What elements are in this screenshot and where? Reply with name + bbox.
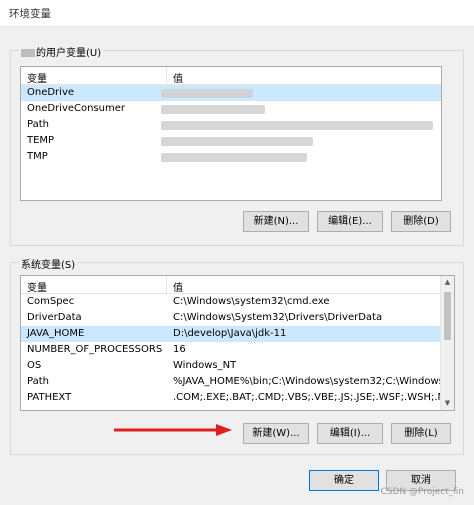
redacted-value [161, 121, 433, 130]
user-edit-button[interactable]: 编辑(E)... [317, 211, 383, 232]
user-list-header: 变量 值 [21, 67, 441, 85]
table-row[interactable]: TMP [21, 149, 441, 165]
user-variables-label: 的用户变量(U) [19, 44, 104, 59]
system-variables-list[interactable]: 变量 值 ComSpec C:\Windows\system32\cmd.exe… [20, 275, 455, 411]
col-variable-header[interactable]: 变量 [27, 279, 47, 294]
system-edit-button[interactable]: 编辑(I)... [317, 423, 383, 444]
redacted-value [161, 105, 265, 114]
user-variables-list[interactable]: 变量 值 OneDrive OneDriveConsumer Path TEMP… [20, 66, 442, 201]
table-row[interactable]: OneDrive [21, 85, 441, 101]
red-arrow-icon [114, 424, 232, 436]
redacted-value [161, 153, 307, 162]
vertical-scrollbar[interactable]: ▲ ▼ [440, 276, 454, 410]
system-new-button[interactable]: 新建(W)... [243, 423, 309, 444]
system-list-header: 变量 值 [21, 276, 441, 294]
user-delete-button[interactable]: 删除(D) [391, 211, 451, 232]
redacted-username [21, 49, 35, 57]
redacted-value [161, 137, 313, 146]
table-row[interactable]: PATHEXT .COM;.EXE;.BAT;.CMD;.VBS;.VBE;.J… [21, 390, 441, 406]
window-title: 环境变量 [9, 8, 51, 20]
table-row[interactable]: OS Windows_NT [21, 358, 441, 374]
table-row[interactable]: NUMBER_OF_PROCESSORS 16 [21, 342, 441, 358]
table-row[interactable]: DriverData C:\Windows\System32\Drivers\D… [21, 310, 441, 326]
col-value-header[interactable]: 值 [173, 279, 183, 294]
user-variables-group: 的用户变量(U) 变量 值 OneDrive OneDriveConsumer … [10, 44, 464, 246]
table-row[interactable]: ComSpec C:\Windows\system32\cmd.exe [21, 294, 441, 310]
col-value-header[interactable]: 值 [173, 70, 183, 85]
watermark: CSDN @Project_lin [380, 487, 464, 497]
redacted-value [161, 89, 253, 98]
table-row[interactable]: Path %JAVA_HOME%\bin;C:\Windows\system32… [21, 374, 441, 390]
system-delete-button[interactable]: 删除(L) [391, 423, 451, 444]
table-row[interactable]: TEMP [21, 133, 441, 149]
title-bar: 环境变量 [0, 0, 474, 27]
table-row-selected[interactable]: JAVA_HOME D:\develop\Java\jdk-11 [21, 326, 441, 342]
scroll-down-icon[interactable]: ▼ [441, 397, 454, 410]
table-row[interactable]: Path [21, 117, 441, 133]
user-new-button[interactable]: 新建(N)... [243, 211, 309, 232]
ok-button[interactable]: 确定 [309, 470, 379, 491]
scroll-up-icon[interactable]: ▲ [441, 276, 454, 289]
system-variables-label: 系统变量(S) [19, 256, 78, 271]
system-variables-group: 系统变量(S) 变量 值 ComSpec C:\Windows\system32… [10, 256, 464, 455]
table-row[interactable]: OneDriveConsumer [21, 101, 441, 117]
scroll-thumb[interactable] [444, 292, 451, 340]
col-variable-header[interactable]: 变量 [27, 70, 47, 85]
